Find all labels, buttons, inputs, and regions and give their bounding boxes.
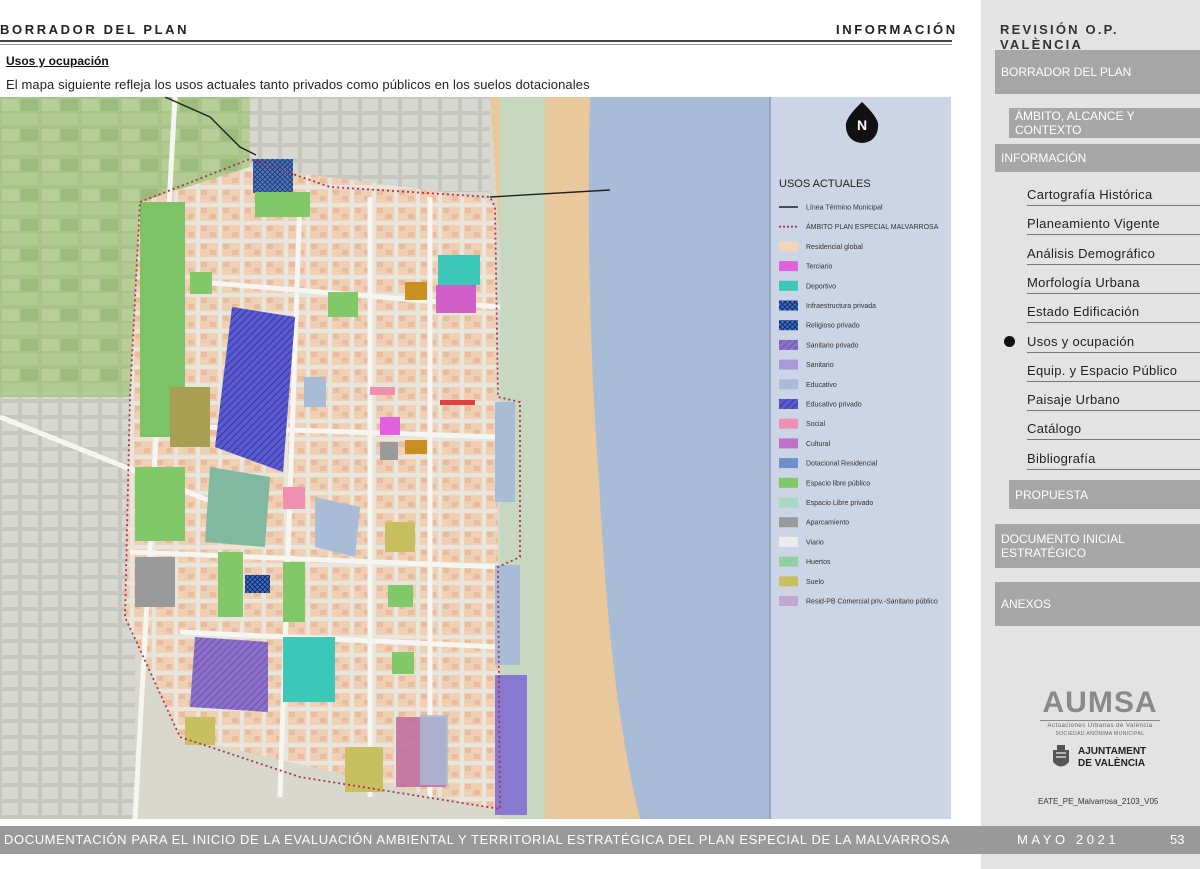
sidebar-subitem[interactable]: Estado Edificación (1027, 304, 1200, 324)
chapter-title: INFORMACIÓN (836, 22, 958, 37)
legend-label: Espacio Libre privado (806, 500, 873, 507)
legend-swatch (779, 536, 798, 547)
aumsa-logo: AUMSA Actuaciones Urbanas de València SO… (1040, 688, 1160, 737)
page-number: 53 (1170, 832, 1185, 847)
legend-label: Viario (806, 539, 824, 546)
header-divider (0, 40, 952, 42)
legend-swatch (779, 576, 798, 587)
legend-swatch (779, 359, 798, 370)
footer-date: MAYO 2021 (1017, 832, 1120, 847)
legend-label: Espacio libre público (806, 480, 870, 487)
ajuntament-line-1: AJUNTAMENT (1078, 746, 1147, 757)
legend-label: Sanitario privado (806, 342, 859, 349)
sidebar-subitem[interactable]: Morfología Urbana (1027, 275, 1200, 294)
sidebar-item-propuesta[interactable]: PROPUESTA (1009, 480, 1200, 509)
aumsa-logo-subtitle: Actuaciones Urbanas de València (1040, 720, 1160, 729)
north-label: N (857, 117, 867, 133)
legend-label: Educativo privado (806, 402, 862, 409)
sidebar-item-borrador[interactable]: BORRADOR DEL PLAN (995, 50, 1200, 94)
legend-label: Educativo (806, 382, 837, 389)
sidebar-subitem[interactable]: Análisis Demográfico (1027, 246, 1200, 265)
sidebar-subitem[interactable]: Planeamiento Vigente (1027, 216, 1200, 236)
header-divider-thin (0, 44, 952, 45)
sidebar-subitem[interactable]: Paisaje Urbano (1027, 392, 1200, 412)
legend-label: Infraestructura privada (806, 303, 876, 310)
legend-swatch (779, 379, 798, 390)
legend-label: Suelo (806, 579, 824, 586)
legend-label: Resid-PB Comercial priv.-Sanitario públi… (806, 599, 938, 606)
document-code: EATE_PE_Malvarrosa_2103_V05 (1038, 797, 1159, 806)
aumsa-logo-text: AUMSA (1042, 686, 1158, 719)
legend-swatch (779, 438, 798, 449)
legend-swatch (779, 261, 798, 272)
legend-label: ÁMBITO PLAN ESPECIAL MALVARROSA (806, 222, 939, 231)
city-shield-icon (1053, 745, 1069, 767)
sidebar-subitem[interactable]: Usos y ocupación (1027, 334, 1200, 353)
legend-swatch (779, 241, 798, 252)
legend-swatch (779, 280, 798, 291)
sidebar-subitem[interactable]: Equip. y Espacio Público (1027, 363, 1200, 382)
sidebar-subitem[interactable]: Bibliografía (1027, 451, 1200, 470)
legend-label: Residencial global (806, 244, 863, 251)
section-title: Usos y ocupación (6, 54, 109, 68)
ajuntament-line-2: DE VALÈNCIA (1078, 758, 1146, 769)
sidebar-title: REVISIÓN O.P. VALÈNCIA (1000, 22, 1119, 52)
legend-swatch (779, 596, 798, 606)
legend-label: Aparcamiento (806, 520, 849, 527)
legend-label: Cultural (806, 441, 831, 448)
legend-swatch (779, 556, 798, 567)
document-title: BORRADOR DEL PLAN (0, 22, 190, 37)
sidebar-item-documento[interactable]: DOCUMENTO INICIAL ESTRATÉGICO (995, 524, 1200, 568)
sidebar-subitem[interactable]: Catálogo (1027, 421, 1200, 441)
footer-text: DOCUMENTACIÓN PARA EL INICIO DE LA EVALU… (4, 832, 950, 847)
legend-label: Sanitario (806, 362, 834, 369)
sidebar-item-informacion[interactable]: INFORMACIÓN (995, 144, 1200, 172)
legend-swatch (779, 399, 798, 409)
legend-label: Línea Término Municipal (806, 205, 883, 212)
legend-label: Religioso privado (806, 323, 860, 330)
section-description: El mapa siguiente refleja los usos actua… (6, 77, 590, 92)
legend-label: Dotacional Residencial (806, 461, 878, 468)
sidebar-item-anexos[interactable]: ANEXOS (995, 582, 1200, 626)
legend-swatch (779, 418, 798, 429)
sidebar-subitem[interactable]: Cartografía Histórica (1027, 187, 1200, 206)
land-use-map: N USOS ACTUALES Línea Término Municipal Á… (0, 97, 951, 819)
legend-label: Social (806, 421, 826, 428)
legend-swatch (779, 300, 798, 311)
active-item-bullet-icon (1004, 336, 1015, 347)
sidebar-item-ambito[interactable]: ÁMBITO, ALCANCE Y CONTEXTO (1009, 108, 1200, 138)
legend-swatch (779, 458, 798, 469)
legend-label: Huertos (806, 559, 831, 566)
legend-swatch (779, 320, 798, 331)
legend-swatch (779, 497, 798, 508)
legend-swatch (779, 477, 798, 488)
legend-label: Terciario (806, 264, 833, 271)
legend-swatch (779, 517, 798, 528)
legend-label: Deportivo (806, 283, 836, 290)
legend-title: USOS ACTUALES (779, 178, 871, 190)
ajuntament-logo: AJUNTAMENT DE VALÈNCIA (1050, 744, 1146, 772)
aumsa-logo-subtitle-2: SOCIEDAD ANÓNIMA MUNICIPAL (1055, 731, 1145, 737)
legend-swatch (779, 339, 798, 350)
